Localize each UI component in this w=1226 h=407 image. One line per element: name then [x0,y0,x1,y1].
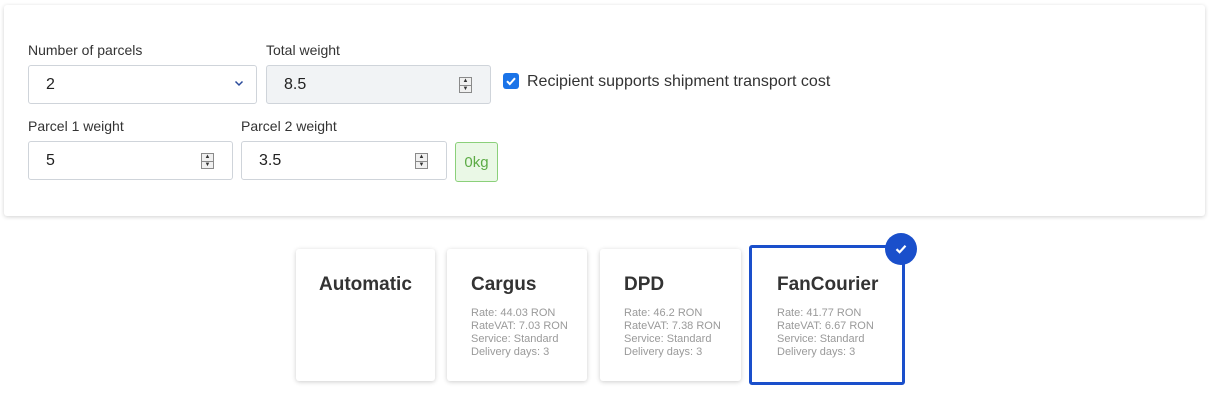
checkmark-icon [895,245,907,254]
courier-rate: Rate: 46.2 RON [624,307,703,319]
courier-name: Cargus [471,274,537,295]
parcels-select[interactable]: 2 [28,65,257,104]
courier-delivery-days: Delivery days: 3 [471,346,550,358]
parcel1-weight-label: Parcel 1 weight [28,118,124,134]
courier-details: Rate: 44.03 RON RateVAT: 7.03 RON Servic… [471,307,568,359]
courier-rate: Rate: 44.03 RON [471,307,556,319]
spinner-arrows-icon: ▲ ▼ [459,77,472,93]
courier-name: FanCourier [777,274,879,295]
courier-rate-vat: RateVAT: 7.38 RON [624,320,721,332]
total-weight-input: 8.5 ▲ ▼ [266,65,491,104]
courier-card-automatic[interactable]: Automatic [296,249,435,381]
total-weight-value: 8.5 [284,75,307,93]
parcel1-weight-value: 5 [46,151,55,169]
parcel2-weight-label: Parcel 2 weight [241,118,337,134]
parcels-value: 2 [46,75,55,93]
courier-delivery-days: Delivery days: 3 [624,346,703,358]
courier-rate-vat: RateVAT: 6.67 RON [777,320,874,332]
parcel2-weight-input[interactable]: 3.5 ▲ ▼ [241,141,447,180]
courier-service: Service: Standard [471,333,559,345]
remaining-weight-badge: 0kg [455,142,498,182]
total-weight-label: Total weight [266,42,340,58]
checkmark-icon [506,77,516,86]
courier-details: Rate: 41.77 RON RateVAT: 6.67 RON Servic… [777,307,874,359]
recipient-pays-label[interactable]: Recipient supports shipment transport co… [527,73,830,91]
courier-rate: Rate: 41.77 RON [777,307,862,319]
courier-details: Rate: 46.2 RON RateVAT: 7.38 RON Service… [624,307,721,359]
courier-service: Service: Standard [624,333,712,345]
shipment-form-panel: Number of parcels 2 Total weight 8.5 ▲ ▼ … [4,5,1205,216]
spinner-arrows-icon[interactable]: ▲ ▼ [201,153,214,169]
courier-name: DPD [624,274,665,295]
courier-card-cargus[interactable]: Cargus Rate: 44.03 RON RateVAT: 7.03 RON… [447,249,587,381]
chevron-down-icon [234,80,244,87]
courier-service: Service: Standard [777,333,865,345]
courier-name: Automatic [319,274,412,295]
parcel2-weight-value: 3.5 [259,151,282,169]
recipient-pays-checkbox[interactable] [503,73,519,89]
parcel1-weight-input[interactable]: 5 ▲ ▼ [28,141,233,180]
courier-rate-vat: RateVAT: 7.03 RON [471,320,568,332]
parcels-label: Number of parcels [28,42,143,58]
spinner-arrows-icon[interactable]: ▲ ▼ [415,153,428,169]
courier-card-fancourier[interactable]: FanCourier Rate: 41.77 RON RateVAT: 6.67… [749,245,905,385]
courier-delivery-days: Delivery days: 3 [777,346,856,358]
courier-card-dpd[interactable]: DPD Rate: 46.2 RON RateVAT: 7.38 RON Ser… [600,249,741,381]
selected-check-icon [885,233,917,265]
